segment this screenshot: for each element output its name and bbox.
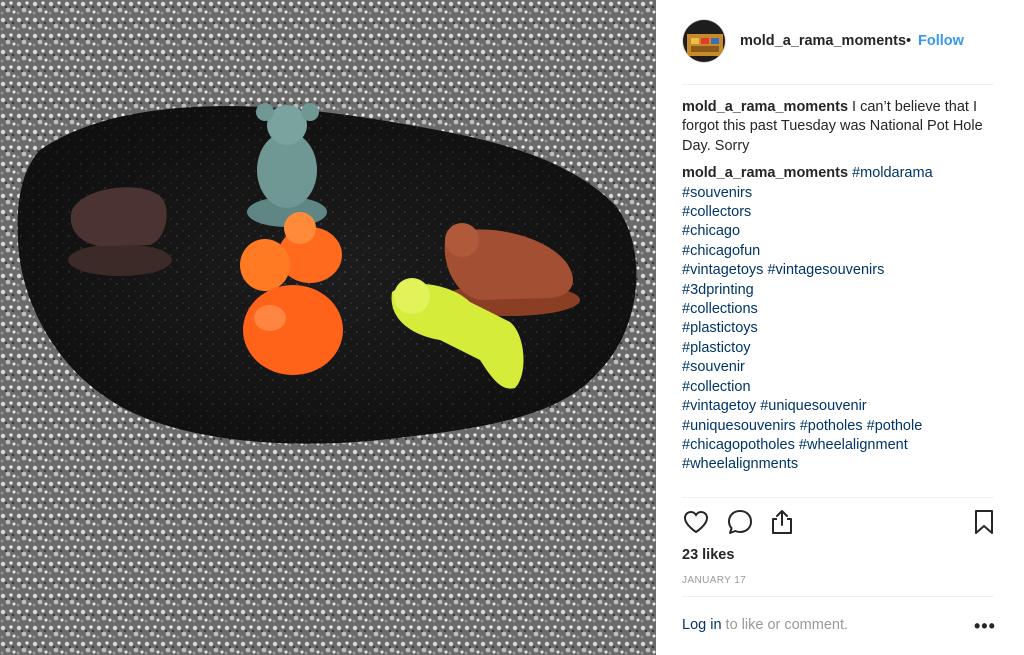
post-header: mold_a_rama_moments • Follow <box>656 0 1024 84</box>
caption-username[interactable]: mold_a_rama_moments <box>682 99 848 115</box>
heart-icon[interactable] <box>682 508 712 538</box>
hashtag-link[interactable]: #souvenir <box>682 359 745 375</box>
profile-avatar[interactable] <box>682 19 726 63</box>
hashtag-link[interactable]: #chicagofun <box>682 243 760 259</box>
hashtag-link[interactable]: #vintagetoy <box>682 398 756 414</box>
hashtag-link[interactable]: #vintagetoys <box>682 262 763 278</box>
post-sidebar: mold_a_rama_moments • Follow mold_a_rama… <box>656 0 1024 655</box>
hashtag-link[interactable]: #plastictoys <box>682 320 758 336</box>
hashtag-link[interactable]: #uniquesouvenir <box>760 398 866 414</box>
hashtag-comment-username[interactable]: mold_a_rama_moments <box>682 165 848 181</box>
share-icon[interactable] <box>768 508 798 538</box>
pothole-toys-image <box>0 0 656 655</box>
hashtag-list: #moldarama #souvenirs #collectors #chicago #… <box>682 165 933 472</box>
hashtag-link[interactable]: #uniquesouvenirs <box>682 418 796 434</box>
login-prompt: Log in to like or comment. <box>682 617 848 633</box>
hashtag-link[interactable]: #chicago <box>682 223 740 239</box>
hashtag-link[interactable]: #souvenirs <box>682 185 752 201</box>
bookmark-icon[interactable] <box>970 508 1000 538</box>
comment-icon[interactable] <box>726 508 756 538</box>
hashtag-link[interactable]: #chicagopotholes <box>682 437 795 453</box>
comments-section: mold_a_rama_moments I can’t believe that… <box>682 98 997 483</box>
caption-comment: mold_a_rama_moments I can’t believe that… <box>682 98 997 156</box>
post-date: JANUARY 17 <box>682 575 747 586</box>
login-link[interactable]: Log in <box>682 617 722 633</box>
avatar-image <box>683 20 725 62</box>
hashtag-link[interactable]: #collections <box>682 301 758 317</box>
likes-count[interactable]: 23 likes <box>682 547 734 563</box>
instagram-post: mold_a_rama_moments • Follow mold_a_rama… <box>0 0 1024 655</box>
login-suffix: to like or comment. <box>721 617 849 633</box>
hashtag-link[interactable]: #potholes <box>800 418 863 434</box>
hashtag-link[interactable]: #collection <box>682 379 751 395</box>
more-options-button[interactable]: ••• <box>974 616 996 637</box>
hashtag-link[interactable]: #plastictoy <box>682 340 751 356</box>
hashtag-link[interactable]: #wheelalignment <box>799 437 908 453</box>
post-photo[interactable] <box>0 0 656 655</box>
hashtag-link[interactable]: #moldarama <box>852 165 933 181</box>
header-divider <box>682 84 994 85</box>
follow-button[interactable]: Follow <box>918 33 964 49</box>
hashtag-link[interactable]: #3dprinting <box>682 282 754 298</box>
hashtag-link[interactable]: #collectors <box>682 204 751 220</box>
footer-divider <box>682 596 994 597</box>
hashtag-comment: mold_a_rama_moments #moldarama #souvenirs… <box>682 164 997 475</box>
header-separator: • <box>906 33 912 49</box>
hashtag-link[interactable]: #pothole <box>867 418 923 434</box>
header-username[interactable]: mold_a_rama_moments <box>740 33 906 49</box>
comments-divider <box>682 497 994 498</box>
hashtag-link[interactable]: #vintagesouvenirs <box>767 262 884 278</box>
hashtag-link[interactable]: #wheelalignments <box>682 456 798 472</box>
action-bar <box>682 508 1002 538</box>
